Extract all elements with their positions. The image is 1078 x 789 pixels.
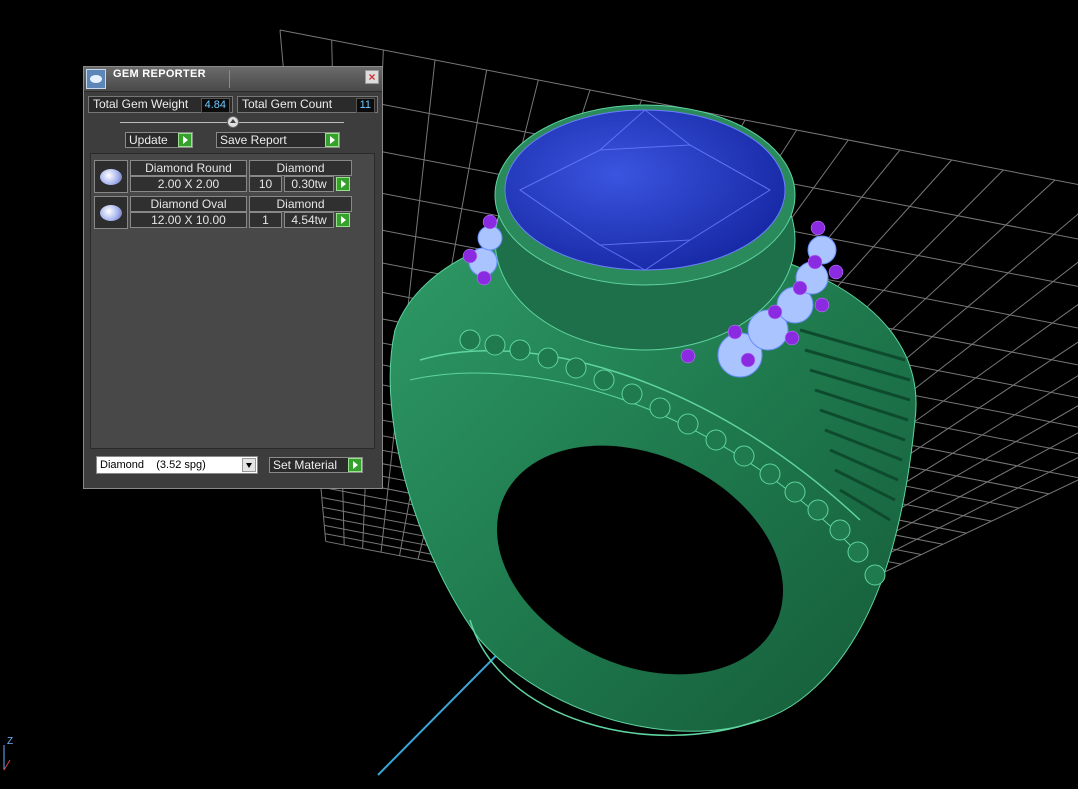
gem-reporter-icon	[86, 69, 106, 89]
gem-reporter-panel: GEM REPORTER × Total Gem Weight 4.84 Tot…	[83, 66, 383, 489]
material-select-value: Diamond (3.52 spg)	[100, 459, 206, 471]
gem-count: 1	[249, 212, 282, 228]
total-gem-weight-label: Total Gem Weight	[93, 97, 189, 111]
gem-weight: 4.54tw	[284, 212, 334, 228]
total-gem-count-label: Total Gem Count	[242, 97, 333, 111]
total-gem-weight-field: Total Gem Weight 4.84	[88, 96, 233, 113]
close-icon[interactable]: ×	[365, 70, 379, 84]
gem-size: 12.00 X 10.00	[130, 212, 247, 228]
total-gem-count-field: Total Gem Count 11	[237, 96, 378, 113]
gem-material: Diamond	[249, 160, 352, 176]
gem-count: 10	[249, 176, 282, 192]
set-material-label: Set Material	[273, 458, 338, 472]
ring-model	[389, 104, 917, 737]
oval-gem-icon	[100, 205, 122, 221]
panel-title: GEM REPORTER	[113, 68, 206, 80]
save-report-button[interactable]: Save Report	[216, 132, 340, 148]
gem-list-item[interactable]: Diamond Round Diamond 2.00 X 2.00 10 0.3…	[94, 160, 352, 194]
save-report-label: Save Report	[220, 133, 287, 147]
gem-select-arrow-icon[interactable]	[336, 177, 350, 191]
set-material-button[interactable]: Set Material	[269, 457, 363, 473]
total-gem-count-value: 11	[355, 98, 375, 113]
gem-list-item[interactable]: Diamond Oval Diamond 12.00 X 10.00 1 4.5…	[94, 196, 352, 230]
panel-titlebar[interactable]: GEM REPORTER ×	[84, 67, 382, 92]
gem-select-arrow-icon[interactable]	[336, 213, 350, 227]
update-label: Update	[129, 133, 168, 147]
axis-gizmo	[3, 745, 11, 771]
gem-thumbnail	[94, 160, 128, 193]
gem-material: Diamond	[249, 196, 352, 212]
chevron-down-icon[interactable]	[242, 458, 256, 472]
play-arrow-icon	[348, 458, 362, 472]
center-stone	[504, 109, 786, 271]
gem-name: Diamond Round	[130, 160, 247, 176]
total-gem-weight-value: 4.84	[200, 98, 230, 113]
gem-thumbnail	[94, 196, 128, 229]
gem-weight: 0.30tw	[284, 176, 334, 192]
panel-slider-knob[interactable]	[227, 116, 239, 128]
z-axis-label: Z	[7, 736, 14, 747]
play-arrow-icon	[325, 133, 339, 147]
gem-list[interactable]: Diamond Round Diamond 2.00 X 2.00 10 0.3…	[90, 153, 375, 449]
gem-name: Diamond Oval	[130, 196, 247, 212]
material-select[interactable]: Diamond (3.52 spg)	[96, 456, 258, 474]
gem-size: 2.00 X 2.00	[130, 176, 247, 192]
round-gem-icon	[100, 169, 122, 185]
update-button[interactable]: Update	[125, 132, 193, 148]
title-divider	[229, 70, 230, 88]
play-arrow-icon	[178, 133, 192, 147]
